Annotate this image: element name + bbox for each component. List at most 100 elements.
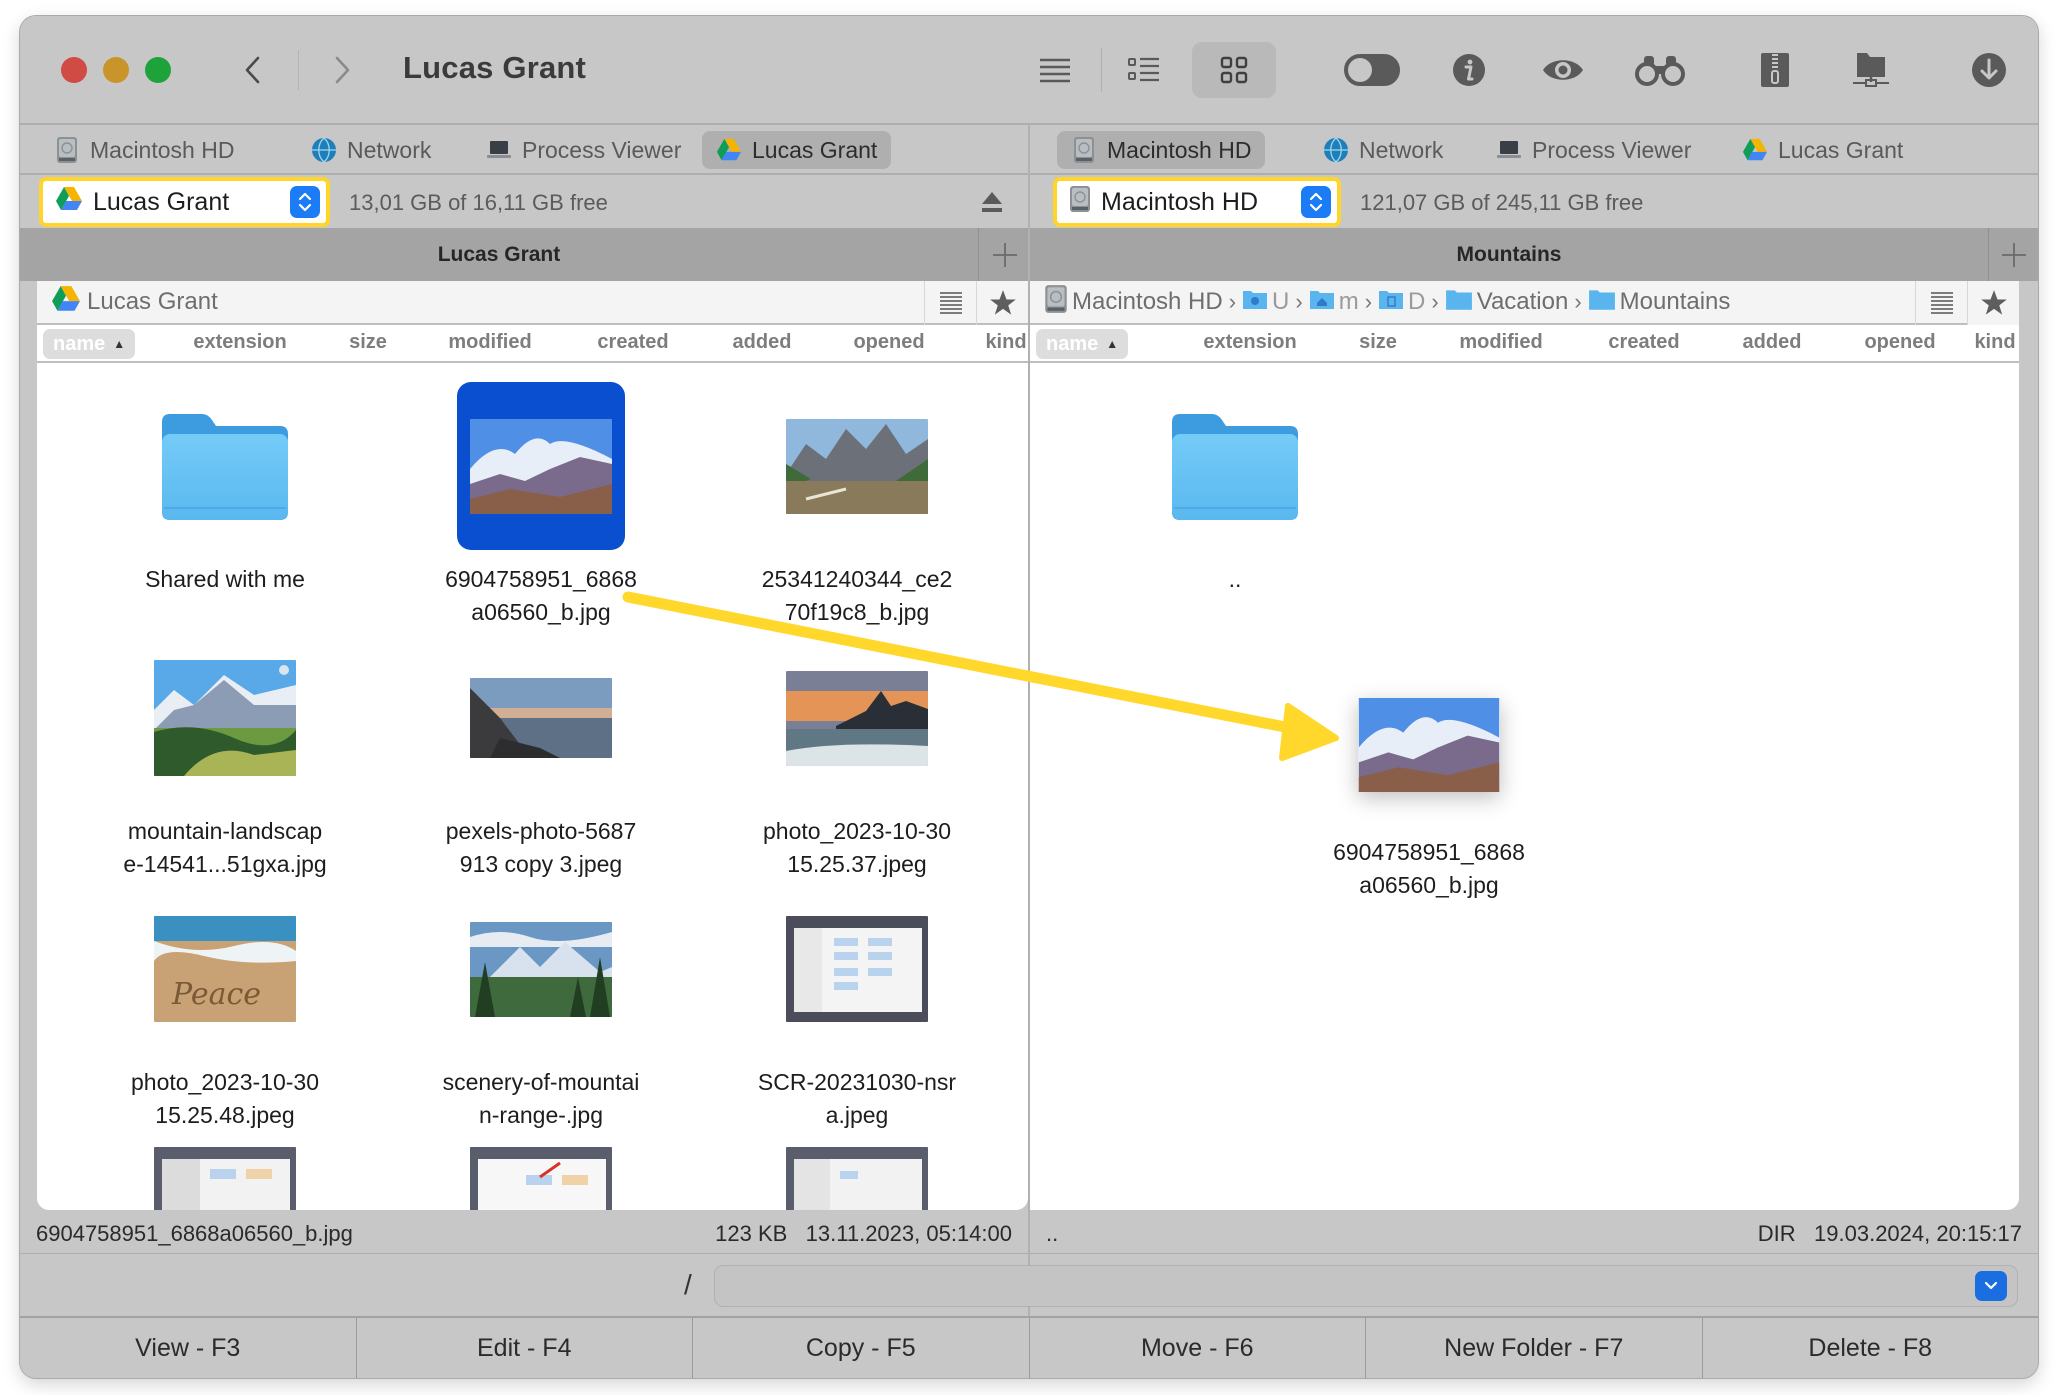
left-pane: Lucas Grant name ▲ extension size modifie…	[37, 281, 1028, 1210]
column-header-size[interactable]: size	[349, 331, 387, 354]
right-history-button[interactable]	[1915, 281, 1967, 325]
file-item-selected[interactable]: 6904758951_6868 a06560_b.jpg	[391, 381, 691, 629]
hard-drive-icon	[54, 136, 80, 164]
chevron-down-icon	[1984, 1281, 1998, 1290]
left-favorites-button[interactable]	[976, 281, 1028, 325]
breadcrumb-item[interactable]: m	[1339, 288, 1359, 316]
breadcrumb-item[interactable]: Mountains	[1620, 288, 1731, 316]
right-tab-network[interactable]: Network	[1309, 131, 1457, 169]
edit-f4-button[interactable]: Edit - F4	[356, 1318, 693, 1378]
column-header-extension[interactable]: extension	[1203, 331, 1296, 354]
selection-highlight	[457, 382, 625, 550]
column-header-opened[interactable]: opened	[1864, 331, 1935, 354]
column-header-kind[interactable]: kind	[985, 331, 1026, 354]
column-header-name[interactable]: name ▲	[1036, 329, 1129, 359]
file-item[interactable]: photo_2023-10-30 15.25.37.jpeg	[707, 633, 1007, 881]
left-tab-process-viewer[interactable]: Process Viewer	[472, 131, 695, 169]
column-header-opened[interactable]: opened	[853, 331, 924, 354]
star-icon	[1980, 290, 2007, 315]
right-tab-process-viewer[interactable]: Process Viewer	[1482, 131, 1705, 169]
image-thumbnail-icon	[1358, 698, 1500, 792]
breadcrumb-item[interactable]: Macintosh HD	[1072, 288, 1223, 316]
home-folder-icon	[1309, 288, 1335, 317]
left-status-bar: 6904758951_6868a06560_b.jpg 123 KB 13.11…	[20, 1210, 1028, 1255]
file-item[interactable]	[75, 1147, 375, 1210]
file-item-folder[interactable]: Shared with me	[75, 381, 375, 596]
right-status-date: 19.03.2024, 20:15:17	[1814, 1221, 2022, 1246]
image-thumbnail-icon	[470, 418, 612, 514]
right-favorites-button[interactable]	[1967, 281, 2019, 325]
left-tab-macintosh-hd[interactable]: Macintosh HD	[40, 131, 248, 169]
command-input[interactable]	[714, 1265, 2018, 1307]
minimize-window-button[interactable]	[103, 57, 129, 83]
view-f3-button[interactable]: View - F3	[20, 1318, 357, 1378]
thumbnail-view-button[interactable]	[1192, 42, 1276, 98]
file-item[interactable]	[391, 1147, 691, 1210]
command-history-dropdown[interactable]	[1975, 1271, 2007, 1301]
back-button[interactable]	[233, 48, 273, 92]
column-header-modified[interactable]: modified	[448, 331, 531, 354]
move-f6-button[interactable]: Move - F6	[1029, 1318, 1366, 1378]
file-item[interactable]: scenery-of-mountai n-range-.jpg	[391, 884, 691, 1132]
right-add-tab-button[interactable]	[1988, 228, 2038, 281]
brief-list-view-button[interactable]	[1025, 46, 1085, 94]
command-prompt: /	[684, 1269, 692, 1300]
file-item[interactable]: 25341240344_ce2 70f19c8_b.jpg	[707, 381, 1007, 629]
quick-look-button[interactable]	[1533, 46, 1593, 94]
archive-button[interactable]	[1745, 46, 1805, 94]
copy-f5-button[interactable]: Copy - F5	[693, 1318, 1030, 1378]
list-icon	[1040, 58, 1070, 83]
network-connect-button[interactable]	[1841, 46, 1901, 94]
new-folder-f7-button[interactable]: New Folder - F7	[1366, 1318, 1703, 1378]
column-header-modified[interactable]: modified	[1459, 331, 1542, 354]
column-header-name[interactable]: name ▲	[43, 329, 136, 359]
forward-button[interactable]	[322, 48, 362, 92]
pane-divider[interactable]	[1028, 125, 1030, 1316]
right-tab-lucas-grant[interactable]: Lucas Grant	[1728, 131, 1917, 169]
column-header-created[interactable]: created	[1608, 331, 1679, 354]
column-header-added[interactable]: added	[1743, 331, 1802, 354]
breadcrumb-item[interactable]: D	[1408, 288, 1425, 316]
left-history-button[interactable]	[924, 281, 976, 325]
file-item[interactable]: Peace photo_2023-10-30 15.25.48.jpeg	[75, 884, 375, 1132]
laptop-icon	[1496, 136, 1522, 164]
eject-icon[interactable]	[980, 189, 1004, 215]
detailed-list-view-button[interactable]	[1114, 46, 1174, 94]
right-status-filename: ..	[1046, 1221, 1059, 1246]
sort-ascending-icon: ▲	[1106, 337, 1119, 351]
hard-drive-icon	[1071, 136, 1097, 164]
right-tab-macintosh-hd[interactable]: Macintosh HD	[1057, 131, 1266, 169]
file-item[interactable]: mountain-landscap e-14541...51gxa.jpg	[75, 633, 375, 881]
image-thumbnail-icon	[154, 660, 296, 776]
folder-icon	[1588, 287, 1616, 318]
delete-f8-button[interactable]: Delete - F8	[1702, 1318, 2038, 1378]
column-header-added[interactable]: added	[733, 331, 792, 354]
hard-drive-icon	[1069, 185, 1091, 220]
download-button[interactable]	[1959, 46, 2019, 94]
search-button[interactable]	[1630, 46, 1690, 94]
breadcrumb-item[interactable]: Lucas Grant	[87, 288, 218, 316]
right-volume-select[interactable]: Macintosh HD	[1053, 177, 1341, 227]
breadcrumb-item[interactable]: U	[1272, 288, 1289, 316]
file-item[interactable]: pexels-photo-5687 913 copy 3.jpeg	[391, 633, 691, 881]
left-tab-lucas-grant[interactable]: Lucas Grant	[702, 131, 892, 169]
status-divider	[20, 1253, 2038, 1254]
close-window-button[interactable]	[61, 57, 87, 83]
column-header-size[interactable]: size	[1359, 331, 1397, 354]
right-file-grid: ..	[1030, 365, 2019, 1210]
file-item[interactable]: SCR-20231030-nsr a.jpeg	[707, 884, 1007, 1132]
left-tab-network[interactable]: Network	[297, 131, 445, 169]
hidden-files-toggle[interactable]	[1342, 46, 1402, 94]
file-item[interactable]	[707, 1147, 1007, 1210]
zip-icon	[1761, 53, 1789, 87]
column-header-created[interactable]: created	[597, 331, 668, 354]
column-header-extension[interactable]: extension	[193, 331, 286, 354]
file-item-parent-folder[interactable]: ..	[1085, 381, 1385, 596]
left-volume-select[interactable]: Lucas Grant	[39, 177, 330, 227]
breadcrumb-item[interactable]: Vacation	[1477, 288, 1569, 316]
info-button[interactable]	[1439, 46, 1499, 94]
column-header-kind[interactable]: kind	[1974, 331, 2015, 354]
left-add-tab-button[interactable]	[978, 228, 1030, 281]
zoom-window-button[interactable]	[145, 57, 171, 83]
right-pane-header: Mountains	[1030, 228, 1988, 281]
